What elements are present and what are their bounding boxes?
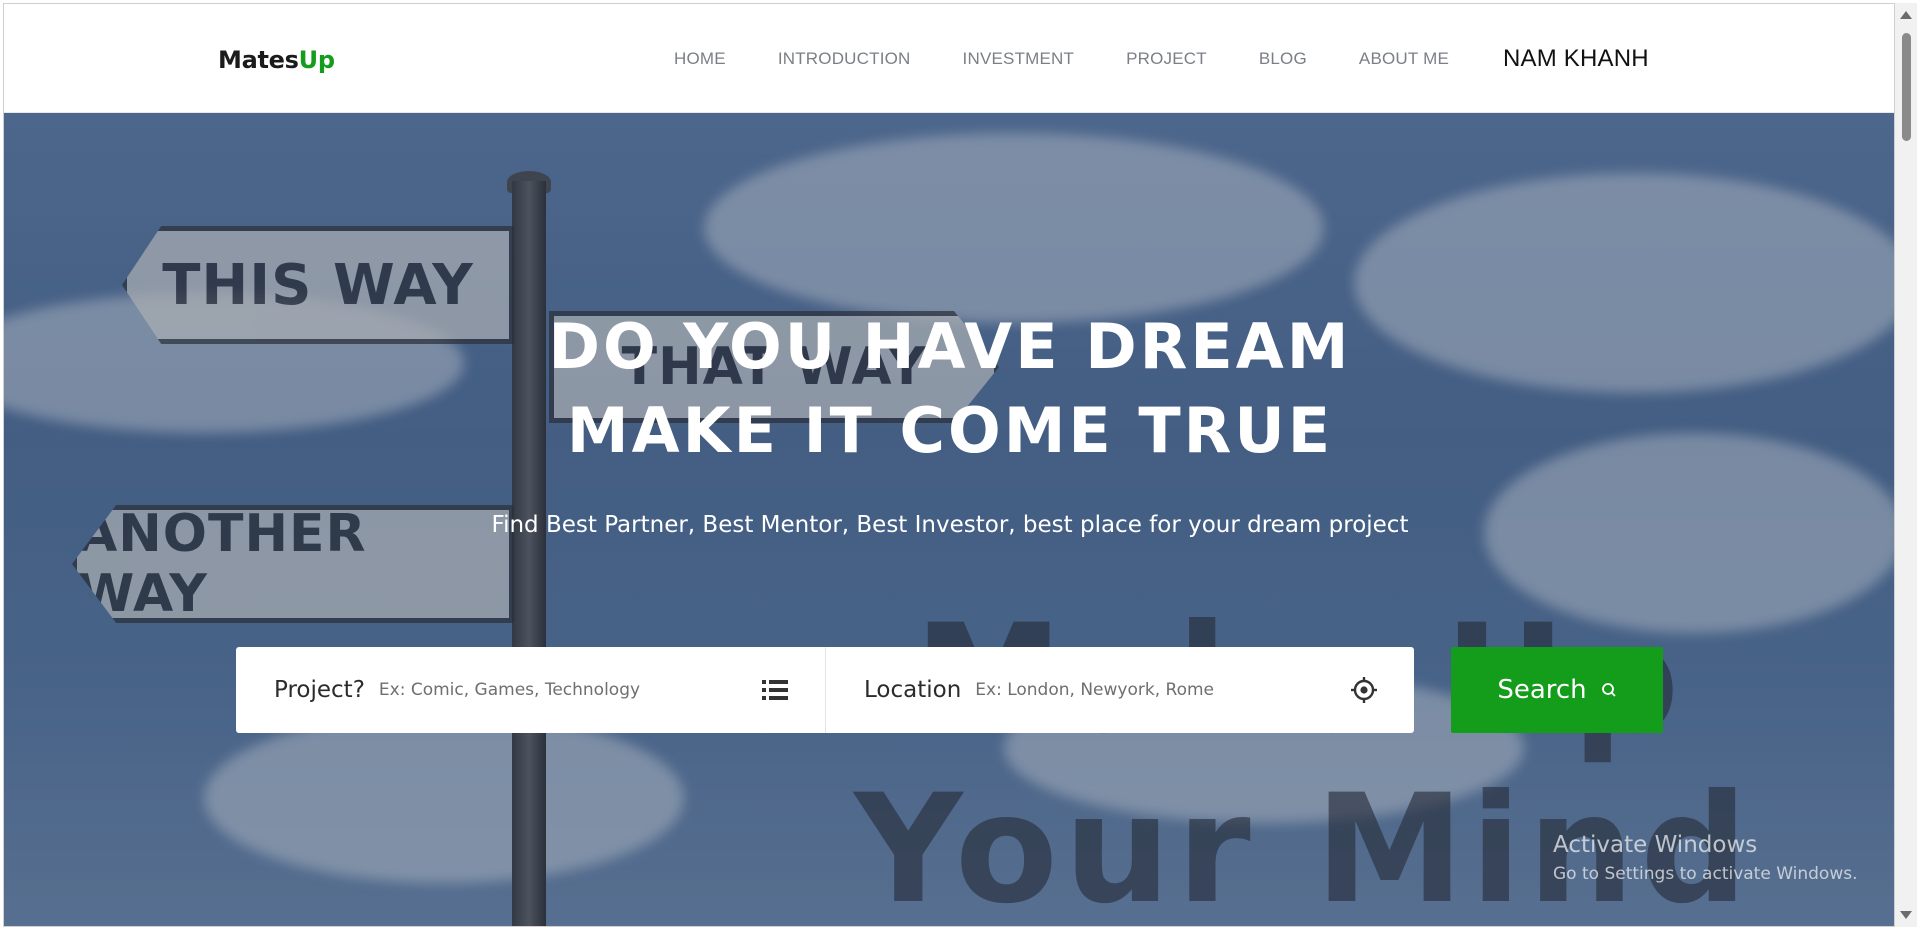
scroll-up-arrow-icon[interactable] <box>1900 11 1912 19</box>
nav-investment[interactable]: INVESTMENT <box>963 49 1075 69</box>
nav-blog[interactable]: BLOG <box>1259 49 1307 69</box>
windows-activation-title: Activate Windows <box>1553 832 1758 858</box>
user-name-link[interactable]: NAM KHANH <box>1503 45 1649 73</box>
main-nav: HOME INTRODUCTION INVESTMENT PROJECT BLO… <box>674 4 1649 113</box>
search-form: Project? Location <box>236 647 1414 733</box>
windows-activation-message: Go to Settings to activate Windows. <box>1553 864 1858 884</box>
location-label: Location <box>864 677 962 703</box>
site-logo[interactable]: MatesUp <box>218 46 335 74</box>
vertical-scrollbar[interactable] <box>1895 3 1917 927</box>
windows-activation-notice: Activate Windows Go to Settings to activ… <box>1553 832 1858 884</box>
location-input[interactable] <box>975 680 1336 700</box>
location-field: Location <box>825 647 1414 733</box>
hero-title: DO YOU HAVE DREAM MAKE IT COME TRUE <box>4 305 1894 473</box>
scroll-down-arrow-icon[interactable] <box>1900 911 1912 919</box>
logo-text-accent: Up <box>298 46 335 74</box>
search-icon <box>1601 675 1617 705</box>
hero-subtitle: Find Best Partner, Best Mentor, Best Inv… <box>491 512 1409 538</box>
nav-introduction[interactable]: INTRODUCTION <box>778 49 911 69</box>
project-input[interactable] <box>378 680 739 700</box>
project-label: Project? <box>274 677 365 703</box>
search-button-label: Search <box>1497 675 1587 705</box>
search-button[interactable]: Search <box>1451 647 1663 733</box>
browser-viewport: MatesUp HOME INTRODUCTION INVESTMENT PRO… <box>3 3 1895 927</box>
hero-title-line1: DO YOU HAVE DREAM <box>548 310 1352 383</box>
hero-title-line2: MAKE IT COME TRUE <box>566 394 1334 467</box>
crosshair-icon[interactable] <box>1350 677 1378 703</box>
list-icon[interactable] <box>761 677 789 703</box>
nav-about-me[interactable]: ABOUT ME <box>1359 49 1449 69</box>
scrollbar-thumb[interactable] <box>1902 33 1911 141</box>
nav-project[interactable]: PROJECT <box>1126 49 1207 69</box>
project-field: Project? <box>236 647 825 733</box>
nav-home[interactable]: HOME <box>674 49 726 69</box>
logo-text-main: Mates <box>218 46 299 74</box>
hero-section: Make Up Your Mind THIS WAY THAT WAY ANOT… <box>4 113 1894 926</box>
site-header: MatesUp HOME INTRODUCTION INVESTMENT PRO… <box>4 4 1894 113</box>
